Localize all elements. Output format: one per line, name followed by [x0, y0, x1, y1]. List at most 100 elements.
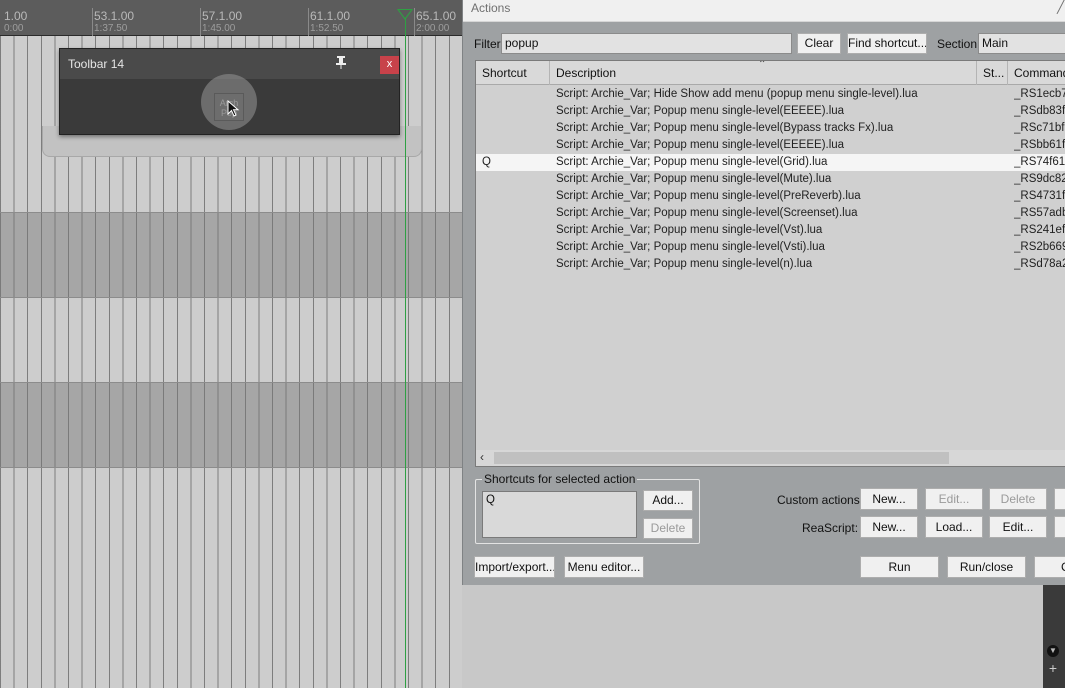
- action-row[interactable]: Script: Archie_Var; Popup menu single-le…: [476, 103, 1065, 120]
- custom-edit-button[interactable]: Edit...: [925, 488, 983, 510]
- action-row[interactable]: Script: Archie_Var; Popup menu single-le…: [476, 188, 1065, 205]
- action-command-id: _RSc71bfb: [1014, 122, 1065, 134]
- action-description: Script: Archie_Var; Popup menu single-le…: [556, 105, 845, 117]
- ruler-tick: [200, 8, 201, 36]
- track-lane[interactable]: [0, 212, 462, 298]
- mouse-pointer-icon: [227, 100, 240, 117]
- screen: 1.00 0:00 53.1.00 1:37.50 57.1.00 1:45.0…: [0, 0, 1065, 688]
- ruler-measure-label: 53.1.00: [94, 9, 135, 23]
- shortcut-list[interactable]: Q: [482, 491, 637, 538]
- action-description: Script: Archie_Var; Hide Show add menu (…: [556, 88, 918, 100]
- column-header-state[interactable]: St...: [977, 61, 1008, 85]
- action-shortcut: Q: [482, 156, 491, 168]
- track-lane[interactable]: [0, 382, 462, 468]
- window-icon[interactable]: ╱: [1057, 0, 1064, 14]
- play-cursor-line: [405, 14, 406, 688]
- column-header-command[interactable]: Command I: [1008, 61, 1065, 85]
- ruler-tick: [414, 8, 415, 36]
- actions-window[interactable]: Actions ╱ Filter: popup Clear Find short…: [462, 0, 1065, 585]
- reascript-edit-button[interactable]: Edit...: [989, 516, 1047, 538]
- ruler-time-label: 2:00.00: [416, 23, 450, 34]
- clear-button[interactable]: Clear: [797, 33, 841, 54]
- ruler-tick: [308, 8, 309, 36]
- close-button[interactable]: x: [380, 56, 399, 74]
- actions-titlebar[interactable]: Actions ╱: [463, 0, 1065, 22]
- play-cursor-marker[interactable]: [397, 9, 413, 20]
- action-row[interactable]: Script: Archie_Var; Popup menu single-le…: [476, 256, 1065, 273]
- reascript-label: ReaScript:: [802, 521, 859, 535]
- action-description: Script: Archie_Var; Popup menu single-le…: [556, 139, 845, 151]
- timeline-ruler[interactable]: 1.00 0:00 53.1.00 1:37.50 57.1.00 1:45.0…: [0, 0, 462, 36]
- section-select[interactable]: Main: [978, 33, 1065, 54]
- pin-icon[interactable]: [334, 55, 348, 71]
- import-export-button[interactable]: Import/export...: [474, 556, 555, 578]
- action-command-id: _RSbb61fd: [1014, 139, 1065, 151]
- action-command-id: _RS4731f8: [1014, 190, 1065, 202]
- action-command-id: _RSd78a2e: [1014, 258, 1065, 270]
- action-row[interactable]: Script: Archie_Var; Popup menu single-le…: [476, 171, 1065, 188]
- ruler-time-label: 0:00: [4, 23, 24, 34]
- run-close-button[interactable]: Run/close: [947, 556, 1026, 578]
- action-command-id: _RS74f615: [1014, 156, 1065, 168]
- scrollbar-thumb[interactable]: [494, 452, 949, 464]
- ruler-tick: [92, 8, 93, 36]
- ruler-measure-label: 65.1.00: [416, 9, 457, 23]
- reascript-more-button[interactable]: [1054, 516, 1065, 538]
- reascript-new-button[interactable]: New...: [860, 516, 918, 538]
- section-label: Section:: [937, 37, 981, 51]
- zoom-in-icon[interactable]: +: [1046, 661, 1060, 675]
- action-command-id: _RS9dc82c: [1014, 173, 1065, 185]
- action-row[interactable]: Script: Archie_Var; Hide Show add menu (…: [476, 86, 1065, 103]
- action-row[interactable]: Q Script: Archie_Var; Popup menu single-l…: [476, 154, 1065, 171]
- action-row[interactable]: Script: Archie_Var; Popup menu single-le…: [476, 239, 1065, 256]
- close-button[interactable]: C: [1034, 556, 1065, 578]
- action-command-id: _RS57adba: [1014, 207, 1065, 219]
- run-button[interactable]: Run: [860, 556, 939, 578]
- scroll-left-icon[interactable]: ‹: [480, 450, 484, 464]
- scroll-down-icon[interactable]: ▼: [1047, 645, 1059, 657]
- actions-list[interactable]: Shortcut Description ⌃ St... Command I S…: [475, 60, 1065, 467]
- delete-shortcut-button[interactable]: Delete: [643, 518, 693, 539]
- action-row[interactable]: Script: Archie_Var; Popup menu single-le…: [476, 137, 1065, 154]
- ruler-measure-label: 1.00: [4, 9, 28, 23]
- action-command-id: _RS241efc: [1014, 224, 1065, 236]
- column-header-shortcut[interactable]: Shortcut: [476, 61, 550, 85]
- find-shortcut-button[interactable]: Find shortcut...: [847, 33, 927, 54]
- action-description: Script: Archie_Var; Popup menu single-le…: [556, 207, 858, 219]
- action-description: Script: Archie_Var; Popup menu single-le…: [556, 258, 813, 270]
- action-row[interactable]: Script: Archie_Var; Popup menu single-le…: [476, 222, 1065, 239]
- custom-delete-button[interactable]: Delete: [989, 488, 1047, 510]
- list-header: Shortcut Description ⌃ St... Command I: [476, 61, 1065, 85]
- action-description: Script: Archie_Var; Popup menu single-le…: [556, 122, 894, 134]
- menu-editor-button[interactable]: Menu editor...: [564, 556, 644, 578]
- action-row[interactable]: Script: Archie_Var; Popup menu single-le…: [476, 120, 1065, 137]
- ruler-measure-label: 57.1.00: [202, 9, 243, 23]
- action-description: Script: Archie_Var; Popup menu single-le…: [556, 190, 861, 202]
- action-description: Script: Archie_Var; Popup menu single-le…: [556, 224, 823, 236]
- toolbar-14-window[interactable]: Toolbar 14 x Arch Pop: [59, 48, 400, 135]
- vertical-scrollbar[interactable]: ▼ +: [1043, 585, 1065, 688]
- actions-title: Actions: [471, 1, 511, 15]
- custom-more-button[interactable]: [1054, 488, 1065, 510]
- action-description: Script: Archie_Var; Popup menu single-le…: [556, 156, 828, 168]
- filter-label: Filter:: [474, 37, 504, 51]
- ruler-time-label: 1:52.50: [310, 23, 344, 34]
- action-command-id: _RS2b6694: [1014, 241, 1065, 253]
- custom-new-button[interactable]: New...: [860, 488, 918, 510]
- filter-input[interactable]: popup: [501, 33, 792, 54]
- action-command-id: _RS1ecb7e: [1014, 88, 1065, 100]
- action-description: Script: Archie_Var; Popup menu single-le…: [556, 173, 832, 185]
- action-command-id: _RSdb83ff7: [1014, 105, 1065, 117]
- ruler-measure-label: 61.1.00: [310, 9, 351, 23]
- action-row[interactable]: Script: Archie_Var; Popup menu single-le…: [476, 205, 1065, 222]
- reascript-load-button[interactable]: Load...: [925, 516, 983, 538]
- ruler-time-label: 1:45.00: [202, 23, 236, 34]
- action-description: Script: Archie_Var; Popup menu single-le…: [556, 241, 825, 253]
- add-shortcut-button[interactable]: Add...: [643, 490, 693, 511]
- horizontal-scrollbar[interactable]: ‹: [476, 450, 1065, 466]
- ruler-time-label: 1:37.50: [94, 23, 128, 34]
- shortcuts-group-title: Shortcuts for selected action: [482, 472, 638, 486]
- custom-actions-label: Custom actions:: [777, 493, 864, 507]
- sort-ascending-icon: ⌃: [758, 60, 767, 70]
- shortcuts-group: Shortcuts for selected action Q Add... D…: [475, 472, 700, 544]
